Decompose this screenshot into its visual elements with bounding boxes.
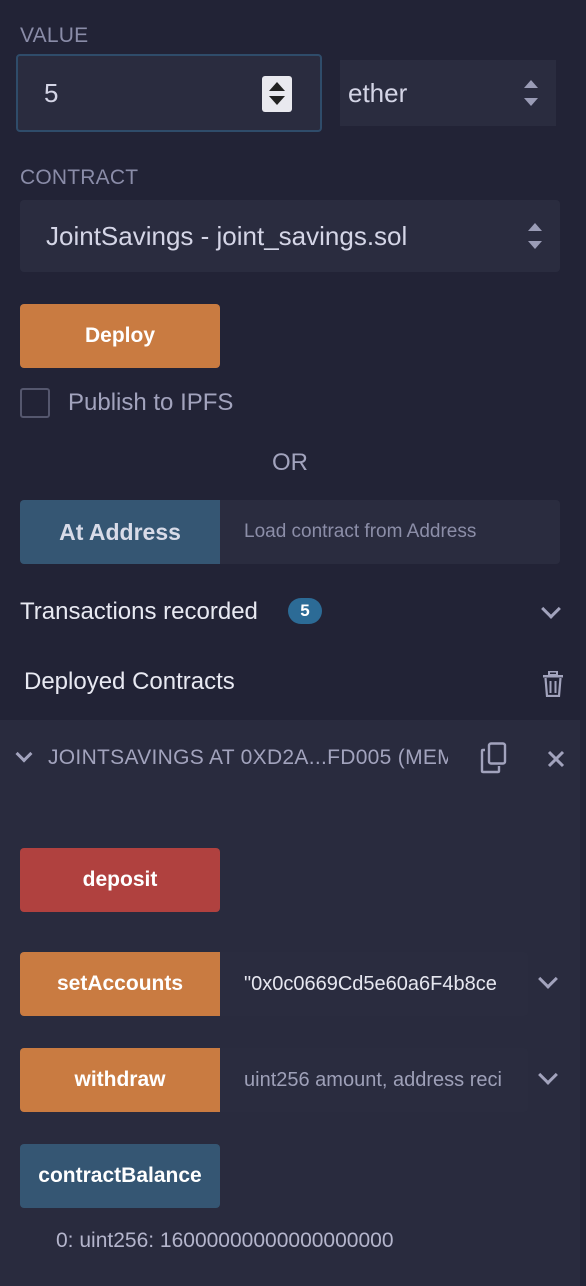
trash-icon[interactable] [542,671,564,697]
copy-icon[interactable] [480,742,508,774]
or-divider: OR [272,449,308,476]
chevron-down-icon[interactable] [541,599,561,619]
close-icon[interactable] [547,750,565,768]
unit-selected: ether [348,77,408,108]
contract-label: CONTRACT [20,166,139,189]
contract-balance-button[interactable]: contractBalance [20,1144,220,1208]
value-label: VALUE [20,24,89,47]
transactions-recorded-label[interactable]: Transactions recorded [20,598,258,626]
deploy-button[interactable]: Deploy [20,304,220,368]
value-amount: 5 [44,77,59,108]
deposit-button[interactable]: deposit [20,848,220,912]
unit-select[interactable]: ether [340,60,556,126]
publish-ipfs-checkbox[interactable] [20,388,50,418]
contract-select[interactable]: JointSavings - joint_savings.sol [20,200,560,272]
set-accounts-input[interactable]: "0x0c0669Cd5e60a6F4b8ce [220,952,528,1016]
select-arrows-icon [524,80,538,106]
select-arrows-icon [528,223,542,249]
withdraw-button[interactable]: withdraw [20,1048,220,1112]
number-spinner-icon[interactable] [262,76,292,112]
value-input[interactable]: 5 [16,54,322,132]
at-address-input[interactable]: Load contract from Address [220,500,560,564]
at-address-button[interactable]: At Address [20,500,220,564]
deployed-contracts-label: Deployed Contracts [24,668,235,695]
withdraw-input[interactable]: uint256 amount, address reci [220,1048,528,1112]
contract-balance-result: 0: uint256: 16000000000000000000 [56,1229,394,1252]
transactions-count-badge: 5 [288,598,322,624]
set-accounts-button[interactable]: setAccounts [20,952,220,1016]
publish-ipfs-label: Publish to IPFS [68,389,234,416]
instance-title[interactable]: JOINTSAVINGS AT 0XD2A...FD005 (MEMORY) [48,746,448,770]
contract-selected: JointSavings - joint_savings.sol [46,220,408,251]
